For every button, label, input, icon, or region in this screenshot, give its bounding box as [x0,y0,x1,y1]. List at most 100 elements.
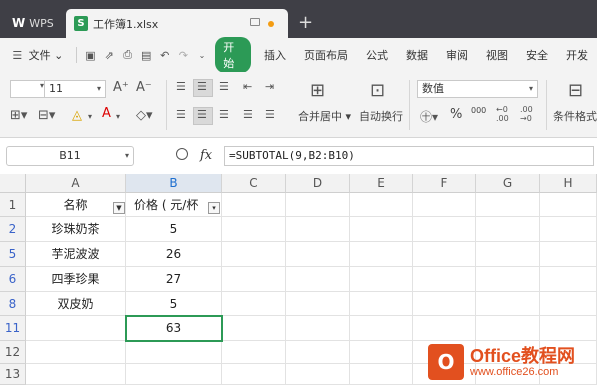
align-left-icon[interactable]: ☰ [176,108,186,121]
filter-dropdown-icon[interactable]: ▾ [208,202,220,214]
save-icon[interactable]: ▣ [84,48,97,62]
table-cell[interactable] [222,341,286,364]
increase-font-icon[interactable]: A⁺ [113,80,129,95]
table-cell[interactable] [540,316,597,341]
table-cell[interactable]: 26 [126,242,222,267]
table-cell[interactable] [222,316,286,341]
table-cell[interactable] [126,341,222,364]
row-header[interactable]: 11 [0,316,26,341]
distributed-icon[interactable]: ☰ [265,108,275,121]
row-header[interactable]: 5 [0,242,26,267]
active-cell-selection[interactable] [125,315,223,342]
table-cell[interactable] [476,242,540,267]
font-color-icon[interactable]: A [102,106,111,121]
conditional-format-button[interactable]: 条件格式 [553,108,597,124]
table-cell[interactable] [126,364,222,385]
table-cell[interactable] [540,267,597,292]
decrease-decimal-icon[interactable]: .00 →0 [520,105,533,123]
row-header[interactable]: 13 [0,364,26,385]
print-icon[interactable]: ⎙ [121,48,134,62]
conditional-format-icon[interactable]: ⊟ [568,80,583,101]
print-preview-icon[interactable]: ▤ [140,48,153,62]
column-header-f[interactable]: F [413,174,476,193]
table-cell[interactable] [350,364,413,385]
menu-data[interactable]: 数据 [397,47,437,63]
table-cell[interactable] [222,217,286,242]
table-cell[interactable] [350,242,413,267]
menu-file[interactable]: 文件 ⌄ [27,47,73,63]
select-all-corner[interactable] [0,174,26,193]
menu-developer[interactable]: 开发 [557,47,597,63]
fill-color-icon[interactable]: ◬ [72,108,82,123]
undo-icon[interactable]: ↶ [159,48,172,62]
monitor-icon[interactable] [250,18,260,26]
row-header[interactable]: 1 [0,193,26,217]
table-cell[interactable] [350,193,413,217]
fx-icon[interactable]: fx [200,148,212,163]
align-right-icon[interactable]: ☰ [219,108,229,121]
menu-view[interactable]: 视图 [477,47,517,63]
justify-icon[interactable]: ☰ [243,108,253,121]
column-header-h[interactable]: H [540,174,597,193]
clear-icon[interactable]: ◇▾ [136,108,153,123]
table-cell[interactable] [286,364,350,385]
column-header-g[interactable]: G [476,174,540,193]
table-cell[interactable] [476,316,540,341]
table-cell[interactable] [540,217,597,242]
table-cell[interactable] [476,292,540,316]
percent-button[interactable]: % [450,107,462,122]
table-cell[interactable]: 芋泥波波 [26,242,126,267]
table-cell[interactable] [413,316,476,341]
table-cell[interactable] [413,267,476,292]
indent-increase-icon[interactable]: ⇥ [265,80,274,93]
table-cell[interactable] [222,267,286,292]
currency-icon[interactable]: ㊉▾ [420,108,438,125]
table-cell[interactable] [476,267,540,292]
row-header[interactable]: 2 [0,217,26,242]
menu-page-layout[interactable]: 页面布局 [295,47,357,63]
export-icon[interactable]: ⇗ [103,48,116,62]
cell-style-icon[interactable]: ⊟▾ [38,108,55,123]
table-cell[interactable] [350,316,413,341]
table-cell[interactable]: 27 [126,267,222,292]
formula-input[interactable]: =SUBTOTAL(9,B2:B10) [224,146,594,166]
menu-formulas[interactable]: 公式 [357,47,397,63]
row-header[interactable]: 12 [0,341,26,364]
merge-center-icon[interactable]: ⊞ [310,80,325,101]
table-cell[interactable] [350,217,413,242]
align-center-icon[interactable]: ☰ [197,108,207,121]
wrap-text-icon[interactable]: ⊡ [370,80,385,101]
table-cell[interactable]: 珍珠奶茶 [26,217,126,242]
menu-review[interactable]: 审阅 [437,47,477,63]
new-tab-button[interactable]: + [298,12,313,33]
table-cell[interactable] [540,242,597,267]
font-size-dropdown[interactable]: 11 ▾ [44,80,106,98]
hamburger-icon[interactable]: ☰ [11,48,24,62]
table-cell[interactable]: 名称 [26,193,126,217]
table-cell[interactable]: 双皮奶 [26,292,126,316]
column-header-d[interactable]: D [286,174,350,193]
table-cell[interactable] [413,217,476,242]
increase-decimal-icon[interactable]: ←0.00 [496,105,509,123]
table-cell[interactable] [286,267,350,292]
column-header-a[interactable]: A [26,174,126,193]
table-cell[interactable] [286,193,350,217]
table-cell[interactable] [222,364,286,385]
search-icon[interactable] [176,148,188,160]
table-cell[interactable] [222,292,286,316]
table-cell[interactable]: 5 [126,292,222,316]
wps-home-tab[interactable]: W WPS [6,8,62,38]
number-format-dropdown[interactable]: 数值 ▾ [417,80,538,98]
table-cell[interactable] [286,341,350,364]
table-cell[interactable] [26,316,126,341]
align-bottom-icon[interactable]: ☰ [219,80,229,93]
decrease-font-icon[interactable]: A⁻ [136,80,152,95]
menu-insert[interactable]: 插入 [255,47,295,63]
borders-icon[interactable]: ⊞▾ [10,108,27,123]
table-cell[interactable] [286,316,350,341]
table-cell[interactable]: 5 [126,217,222,242]
table-cell[interactable] [350,267,413,292]
wrap-text-button[interactable]: 自动换行 [359,108,403,124]
table-cell[interactable] [26,341,126,364]
table-cell[interactable] [476,217,540,242]
